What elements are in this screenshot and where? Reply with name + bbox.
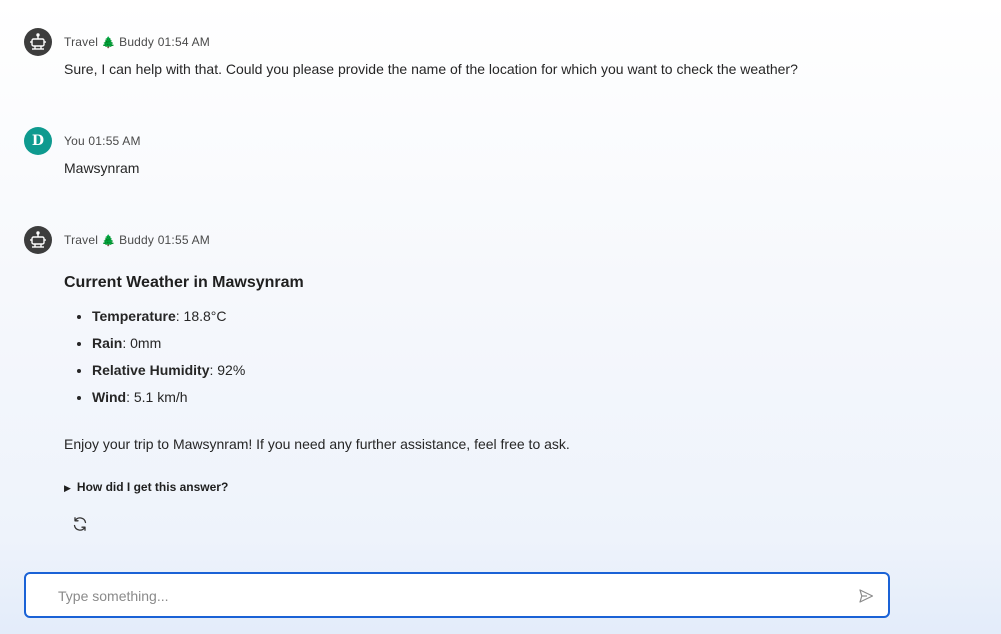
closing-text: Enjoy your trip to Mawsynram! If you nee…: [64, 436, 570, 452]
message-text: Mawsynram: [64, 160, 140, 176]
item-label: Rain: [92, 335, 123, 351]
sender-name-suffix: Buddy: [119, 35, 155, 49]
user-avatar: D: [24, 127, 52, 155]
details-label: How did I get this answer?: [76, 480, 229, 494]
item-value: : 92%: [209, 362, 246, 378]
robot-icon: [30, 33, 46, 50]
robot-icon: [30, 231, 46, 248]
refresh-icon[interactable]: [72, 516, 88, 532]
message-composer: [24, 572, 890, 618]
sender-name: Travel: [64, 233, 99, 247]
item-label: Temperature: [92, 308, 176, 324]
item-value: : 5.1 km/h: [126, 389, 188, 405]
message-meta: You 01:55 AM: [64, 134, 141, 148]
send-icon[interactable]: [858, 588, 874, 604]
chat-message-bot: Travel 🌲 Buddy 01:54 AM Sure, I can help…: [24, 28, 961, 88]
list-item: Wind: 5.1 km/h: [92, 388, 245, 415]
sender-name: Travel: [64, 35, 99, 49]
bot-avatar: [24, 226, 52, 254]
sender-name-suffix: Buddy: [119, 233, 155, 247]
bot-avatar: [24, 28, 52, 56]
message-meta: Travel 🌲 Buddy 01:54 AM: [64, 35, 210, 49]
list-item: Relative Humidity: 92%: [92, 361, 245, 388]
weather-list: Temperature: 18.8°C Rain: 0mm Relative H…: [64, 307, 245, 415]
message-time: 01:55 AM: [157, 233, 210, 247]
message-input[interactable]: [56, 574, 840, 618]
answer-details-toggle[interactable]: ▶ How did I get this answer?: [64, 480, 228, 494]
weather-heading: Current Weather in Mawsynram: [64, 274, 304, 291]
message-text: Sure, I can help with that. Could you pl…: [64, 61, 798, 77]
list-item: Rain: 0mm: [92, 334, 245, 361]
item-label: Wind: [92, 389, 127, 405]
message-meta: Travel 🌲 Buddy 01:55 AM: [64, 233, 210, 247]
item-label: Relative Humidity: [92, 362, 210, 378]
list-item: Temperature: 18.8°C: [92, 307, 245, 334]
message-time: 01:55 AM: [88, 134, 141, 148]
sender-name: You: [64, 134, 85, 148]
item-value: : 0mm: [122, 335, 162, 351]
tree-emoji: 🌲: [101, 235, 116, 247]
item-value: : 18.8°C: [175, 308, 227, 324]
chat-message-bot: Travel 🌲 Buddy 01:55 AM Current Weather …: [24, 226, 961, 546]
message-time: 01:54 AM: [157, 35, 210, 49]
triangle-right-icon: ▶: [64, 483, 71, 493]
chat-message-user: D You 01:55 AM Mawsynram: [24, 127, 961, 187]
tree-emoji: 🌲: [101, 37, 116, 49]
